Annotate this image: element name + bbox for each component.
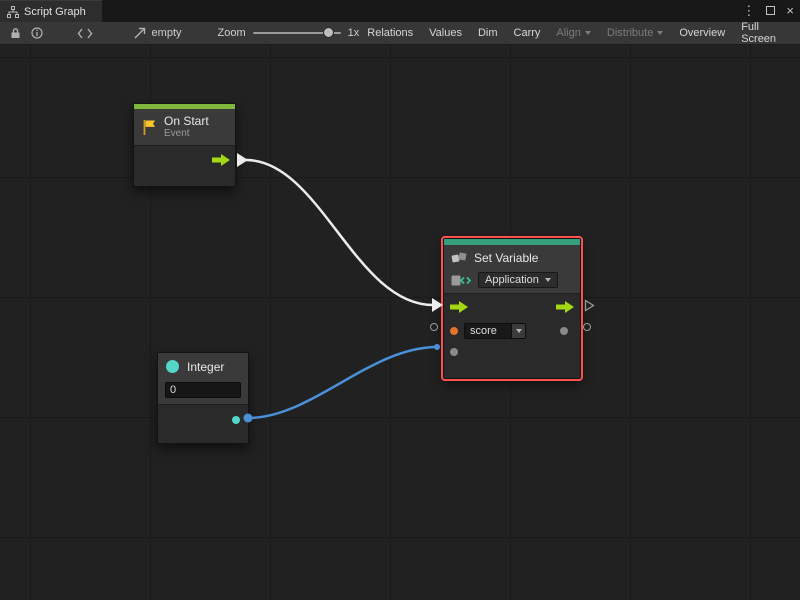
window-menu-button[interactable]: ⋮	[742, 0, 755, 22]
chevron-down-icon	[516, 329, 522, 333]
tab-script-graph[interactable]: Script Graph	[0, 0, 102, 22]
integer-ports	[158, 405, 248, 431]
chevron-down-icon	[585, 31, 591, 35]
variable-name-dropdown[interactable]: score	[464, 323, 526, 339]
info-icon	[31, 27, 43, 39]
close-button[interactable]: ×	[786, 0, 794, 22]
zoom-value: 1x	[348, 27, 360, 39]
value-input-row	[444, 342, 580, 362]
node-footer	[444, 362, 580, 378]
variable-name-value: score	[465, 324, 511, 338]
integer-value-field[interactable]	[165, 382, 241, 398]
flow-output-port[interactable]	[556, 301, 574, 313]
variable-scope-label: Application	[485, 274, 539, 286]
flow-port-row	[444, 294, 580, 320]
chevron-down-icon	[657, 31, 663, 35]
node-set-variable[interactable]: Set Variable Application	[443, 238, 581, 379]
node-title: Integer	[187, 360, 224, 374]
set-variable-header: Set Variable Application	[444, 245, 580, 294]
integer-header: Integer	[158, 353, 248, 405]
toolbar-buttons: Relations Values Dim Carry Align Distrib…	[359, 22, 795, 44]
toolbar-button-fullscreen[interactable]: Full Screen	[733, 22, 795, 44]
chevron-down-icon	[545, 278, 551, 282]
toolbar-button-distribute-label: Distribute	[607, 27, 653, 39]
node-footer	[158, 431, 248, 443]
selection-indicator: empty	[134, 27, 182, 39]
integer-icon	[165, 359, 180, 374]
external-value-port-right[interactable]	[583, 323, 591, 331]
toolbar-button-overview[interactable]: Overview	[671, 22, 733, 44]
wire-flow-start-arrow	[237, 153, 248, 167]
wire-flow-end-arrow	[432, 298, 443, 312]
maximize-button[interactable]	[766, 0, 775, 22]
variable-output-port[interactable]	[560, 327, 568, 335]
node-title: On Start	[164, 114, 209, 128]
variable-scope-dropdown[interactable]: Application	[478, 272, 558, 288]
variable-name-port[interactable]	[450, 327, 458, 335]
code-icon	[77, 28, 93, 39]
wire-flow-onstart-to-setvariable[interactable]	[246, 160, 433, 305]
flow-output-port[interactable]	[212, 154, 230, 166]
toolbar-button-align-label: Align	[556, 27, 580, 39]
flow-input-port[interactable]	[450, 301, 468, 313]
pointer-icon	[134, 27, 147, 39]
graph-canvas[interactable]: On Start Event Set Variable	[0, 45, 800, 600]
window-controls: ⋮ ×	[742, 0, 794, 22]
inspect-button[interactable]	[27, 22, 49, 44]
graph-toolbar: empty Zoom 1x Relations Values Dim Carry…	[0, 22, 800, 45]
node-on-start[interactable]: On Start Event	[133, 103, 236, 187]
toolbar-button-dim[interactable]: Dim	[470, 22, 506, 44]
wire-value-end-dot	[434, 344, 440, 350]
toolbar-button-values[interactable]: Values	[421, 22, 470, 44]
maximize-icon	[766, 6, 775, 15]
flag-icon	[142, 119, 157, 136]
external-flow-port[interactable]	[584, 299, 595, 312]
lock-icon	[10, 27, 21, 39]
toolbar-button-align[interactable]: Align	[548, 22, 598, 44]
code-box-icon	[451, 274, 472, 287]
on-start-ports	[134, 146, 235, 186]
wires-layer	[0, 45, 800, 600]
node-integer[interactable]: Integer	[157, 352, 249, 444]
external-value-port-left[interactable]	[430, 323, 438, 331]
zoom-slider-handle[interactable]	[323, 27, 334, 38]
integer-output-port[interactable]	[232, 416, 240, 424]
csharp-preview-button[interactable]	[74, 22, 96, 44]
zoom-label: Zoom	[218, 27, 246, 39]
titlebar: Script Graph ⋮ ×	[0, 0, 800, 22]
script-graph-window: Script Graph ⋮ ×	[0, 0, 800, 600]
toolbar-button-relations[interactable]: Relations	[359, 22, 421, 44]
wire-value-integer-to-setvariable[interactable]	[248, 347, 437, 418]
variables-icon	[451, 251, 468, 265]
tab-title: Script Graph	[24, 6, 86, 18]
graph-icon	[7, 6, 19, 18]
value-input-port[interactable]	[450, 348, 458, 356]
zoom-control: Zoom 1x	[218, 27, 360, 39]
on-start-header: On Start Event	[134, 109, 235, 146]
variable-name-row: score	[444, 320, 580, 342]
lock-button[interactable]	[5, 22, 27, 44]
toolbar-button-distribute[interactable]: Distribute	[599, 22, 671, 44]
toolbar-button-carry[interactable]: Carry	[506, 22, 549, 44]
selection-label: empty	[152, 27, 182, 39]
zoom-slider[interactable]	[253, 32, 341, 34]
node-subtitle: Event	[164, 128, 209, 140]
node-title: Set Variable	[474, 251, 538, 265]
combo-caret-button[interactable]	[511, 324, 525, 338]
